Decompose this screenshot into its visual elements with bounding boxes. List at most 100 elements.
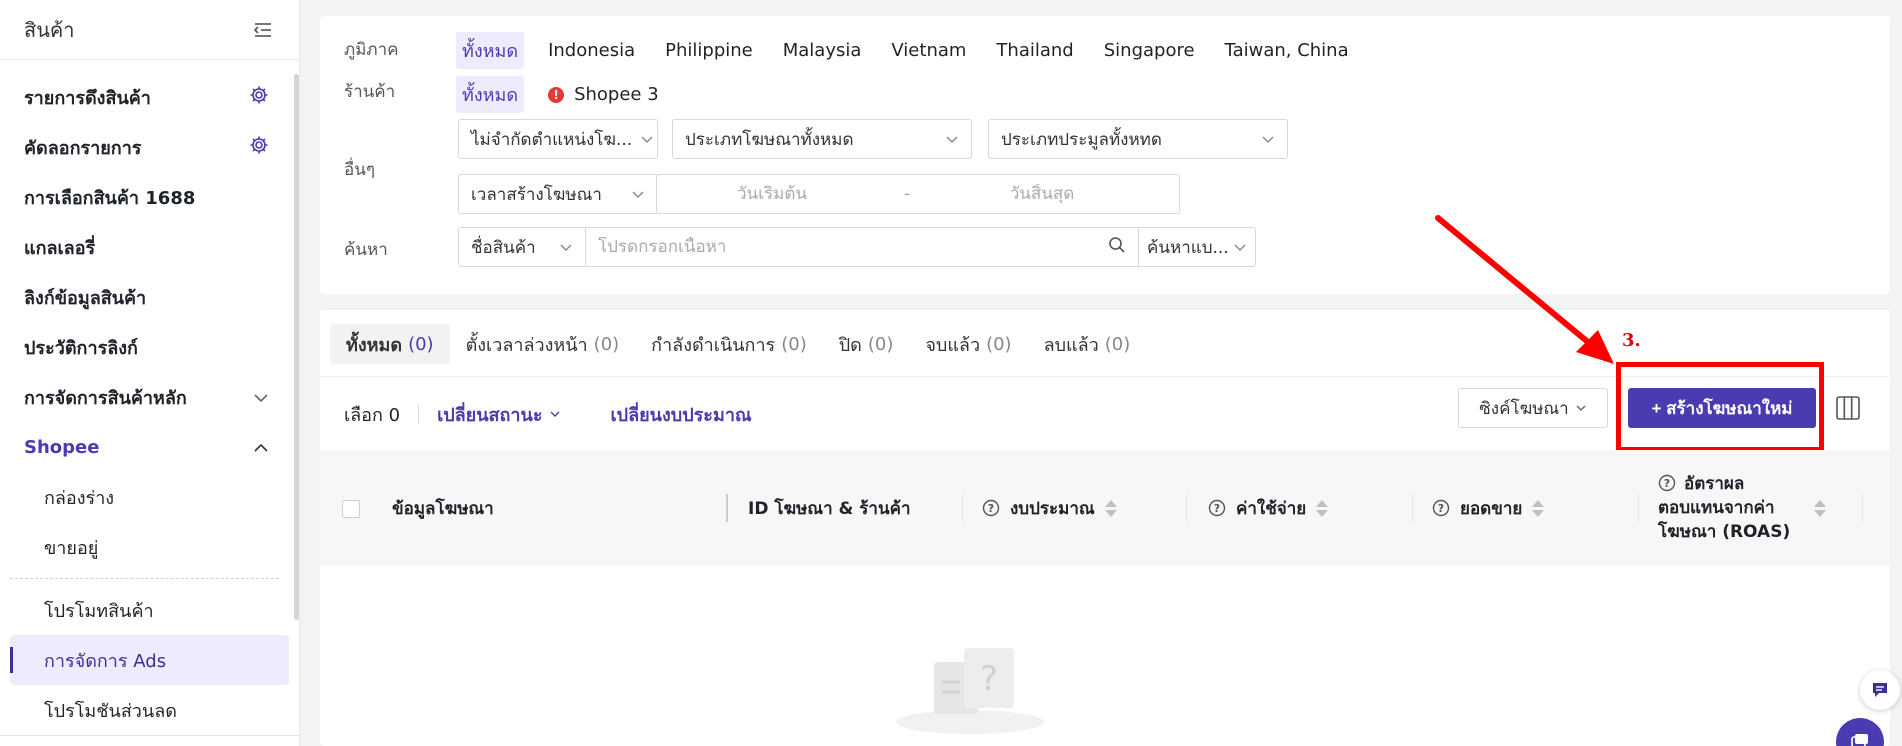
column-separator — [1862, 494, 1863, 522]
region-chip-singapore[interactable]: Singapore — [1098, 36, 1201, 65]
column-resizer[interactable] — [726, 494, 728, 522]
sort-icon[interactable] — [1532, 499, 1545, 517]
tab-all[interactable]: ทั้งหมด (0) — [330, 324, 450, 364]
sidebar-item-label: การเลือกสินค้า 1688 — [24, 187, 196, 209]
selected-count: เลือก 0 — [344, 404, 401, 426]
search-icon[interactable] — [1108, 236, 1126, 259]
help-icon[interactable]: ? — [1208, 499, 1226, 517]
ad-position-value: ไม่จำกัดตำแหน่งโฆ... — [471, 129, 633, 150]
help-icon[interactable]: ? — [1432, 499, 1450, 517]
sync-ads-button[interactable]: ซิงค์โฆษณา — [1458, 388, 1608, 428]
sort-icon[interactable] — [1104, 499, 1117, 517]
col-roas-label: ? อัตราผลตอบแทนจากค่าโฆษณา (ROAS) — [1658, 472, 1794, 544]
bid-type-select[interactable]: ประเภทประมูลทั้งหทด — [988, 119, 1288, 159]
tab-deleted[interactable]: ลบแล้ว (0) — [1028, 324, 1147, 364]
sidebar-item-promote-product[interactable]: โปรโมทสินค้า — [0, 585, 299, 635]
sidebar-item-label: คัดลอกรายการ — [24, 137, 142, 159]
col-budget-label: งบประมาณ — [1010, 498, 1095, 519]
tab-count: (0) — [408, 333, 434, 355]
gear-icon[interactable] — [249, 135, 269, 160]
region-chip-taiwan-china[interactable]: Taiwan, China — [1219, 36, 1355, 65]
sort-icon[interactable] — [1316, 499, 1329, 517]
other-label: อื่นๆ — [344, 160, 375, 180]
start-date-input[interactable] — [657, 184, 887, 204]
col-cost[interactable]: ? ค่าใช้จ่าย — [1208, 450, 1329, 566]
column-settings-icon[interactable] — [1834, 394, 1862, 422]
change-budget-button[interactable]: เปลี่ยนงบประมาณ — [611, 400, 752, 429]
chevron-down-icon — [1234, 244, 1246, 251]
sidebar-item-1688[interactable]: การเลือกสินค้า 1688 — [0, 172, 299, 222]
tab-closed[interactable]: ปิด (0) — [823, 324, 910, 364]
collapse-menu-icon[interactable] — [251, 18, 275, 42]
column-separator — [1412, 494, 1413, 522]
select-all-checkbox[interactable] — [342, 500, 360, 518]
tab-ended[interactable]: จบแล้ว (0) — [909, 324, 1027, 364]
sidebar-scrollbar[interactable] — [294, 74, 299, 620]
col-cost-label: ค่าใช้จ่าย — [1236, 498, 1307, 519]
sidebar-item-link-history[interactable]: ประวัติการลิงก์ — [0, 322, 299, 372]
tab-label: กำลังดำเนินการ — [651, 334, 776, 356]
create-ad-button[interactable]: + สร้างโฆษณาใหม่ — [1628, 388, 1816, 428]
chevron-down-icon — [1262, 136, 1274, 143]
region-chip-indonesia[interactable]: Indonesia — [542, 36, 641, 65]
ad-type-select[interactable]: ประเภทโฆษณาทั้งหมด — [672, 119, 972, 159]
tab-scheduled[interactable]: ตั้งเวลาล่วงหน้า (0) — [450, 324, 636, 364]
end-date-input[interactable] — [927, 184, 1157, 204]
sidebar-item-label: แกลเลอรี่ — [24, 237, 96, 259]
col-roas[interactable]: ? อัตราผลตอบแทนจากค่าโฆษณา (ROAS) — [1658, 450, 1858, 566]
col-sales-label: ยอดขาย — [1460, 498, 1523, 519]
search-mode-value: ค้นหาแบ... — [1147, 237, 1229, 258]
tab-label: ปิด — [838, 334, 862, 356]
gear-icon[interactable] — [249, 85, 269, 110]
sidebar-item-on-sale[interactable]: ขายอยู่ — [0, 522, 299, 572]
bid-type-value: ประเภทประมูลทั้งหทด — [1001, 129, 1162, 150]
region-chip-all[interactable]: ทั้งหมด — [456, 32, 525, 69]
tab-label: ตั้งเวลาล่วงหน้า — [465, 334, 588, 356]
tab-count: (0) — [1104, 333, 1131, 355]
shop-chip-shopee-3[interactable]: ! Shopee 3 — [542, 80, 665, 109]
col-budget[interactable]: ? งบประมาณ — [982, 450, 1117, 566]
shop-chip-all[interactable]: ทั้งหมด — [456, 76, 525, 113]
region-label: ภูมิภาค — [344, 40, 399, 60]
sidebar-item-discount-promotion[interactable]: โปรโมชันส่วนลด — [0, 685, 299, 735]
sidebar-header: สินค้า — [0, 0, 299, 60]
sort-icon[interactable] — [1814, 499, 1826, 517]
chevron-down-icon — [632, 191, 644, 198]
shop-name: Shopee 3 — [574, 84, 659, 105]
search-field-select[interactable]: ชื่อสินค้า — [458, 227, 586, 267]
region-chip-malaysia[interactable]: Malaysia — [777, 36, 868, 65]
tab-running[interactable]: กำลังดำเนินการ (0) — [635, 324, 823, 364]
time-type-value: เวลาสร้างโฆษณา — [471, 184, 602, 205]
sidebar-item-ads-management[interactable]: การจัดการ Ads — [10, 635, 289, 685]
change-status-button[interactable]: เปลี่ยนสถานะ — [437, 400, 560, 429]
shop-chips: ทั้งหมด ! Shopee 3 — [456, 76, 683, 113]
search-input-wrap — [585, 227, 1139, 267]
help-icon[interactable]: ? — [1658, 474, 1676, 492]
time-type-select[interactable]: เวลาสร้างโฆษณา — [458, 174, 658, 214]
sidebar-item-master-product[interactable]: การจัดการสินค้าหลัก — [0, 372, 299, 422]
region-chip-vietnam[interactable]: Vietnam — [885, 36, 972, 65]
region-chip-philippine[interactable]: Philippine — [659, 36, 759, 65]
sidebar-item-shopee[interactable]: Shopee — [0, 422, 299, 472]
search-mode-select[interactable]: ค้นหาแบ... — [1138, 227, 1256, 267]
filter-panel: ภูมิภาค ทั้งหมด Indonesia Philippine Mal… — [320, 16, 1890, 294]
sidebar-divider — [10, 578, 279, 579]
ad-position-select[interactable]: ไม่จำกัดตำแหน่งโฆ... — [458, 119, 658, 159]
search-input[interactable] — [598, 237, 1108, 257]
col-sales[interactable]: ? ยอดขาย — [1432, 450, 1545, 566]
sidebar-item-gallery[interactable]: แกลเลอรี่ — [0, 222, 299, 272]
sidebar-item-label: ลิงก์ข้อมูลสินค้า — [24, 287, 147, 309]
region-chip-thailand[interactable]: Thailand — [990, 36, 1079, 65]
chevron-down-icon — [1576, 405, 1586, 411]
help-icon[interactable]: ? — [982, 499, 1000, 517]
sidebar-item-product-link[interactable]: ลิงก์ข้อมูลสินค้า — [0, 272, 299, 322]
sidebar-menu: รายการดึงสินค้า คัดลอกรายการ การเลือกสิน… — [0, 60, 299, 735]
sidebar-item-draft-box[interactable]: กล่องร่าง — [0, 472, 299, 522]
chevron-down-icon — [550, 411, 560, 417]
region-chips: ทั้งหมด Indonesia Philippine Malaysia Vi… — [456, 32, 1373, 69]
feedback-button[interactable] — [1860, 670, 1900, 710]
sidebar-item-copy-list[interactable]: คัดลอกรายการ — [0, 122, 299, 172]
sidebar-item-product-list[interactable]: รายการดึงสินค้า — [0, 72, 299, 122]
change-status-label: เปลี่ยนสถานะ — [437, 404, 543, 426]
date-range-picker[interactable]: - — [656, 174, 1180, 214]
